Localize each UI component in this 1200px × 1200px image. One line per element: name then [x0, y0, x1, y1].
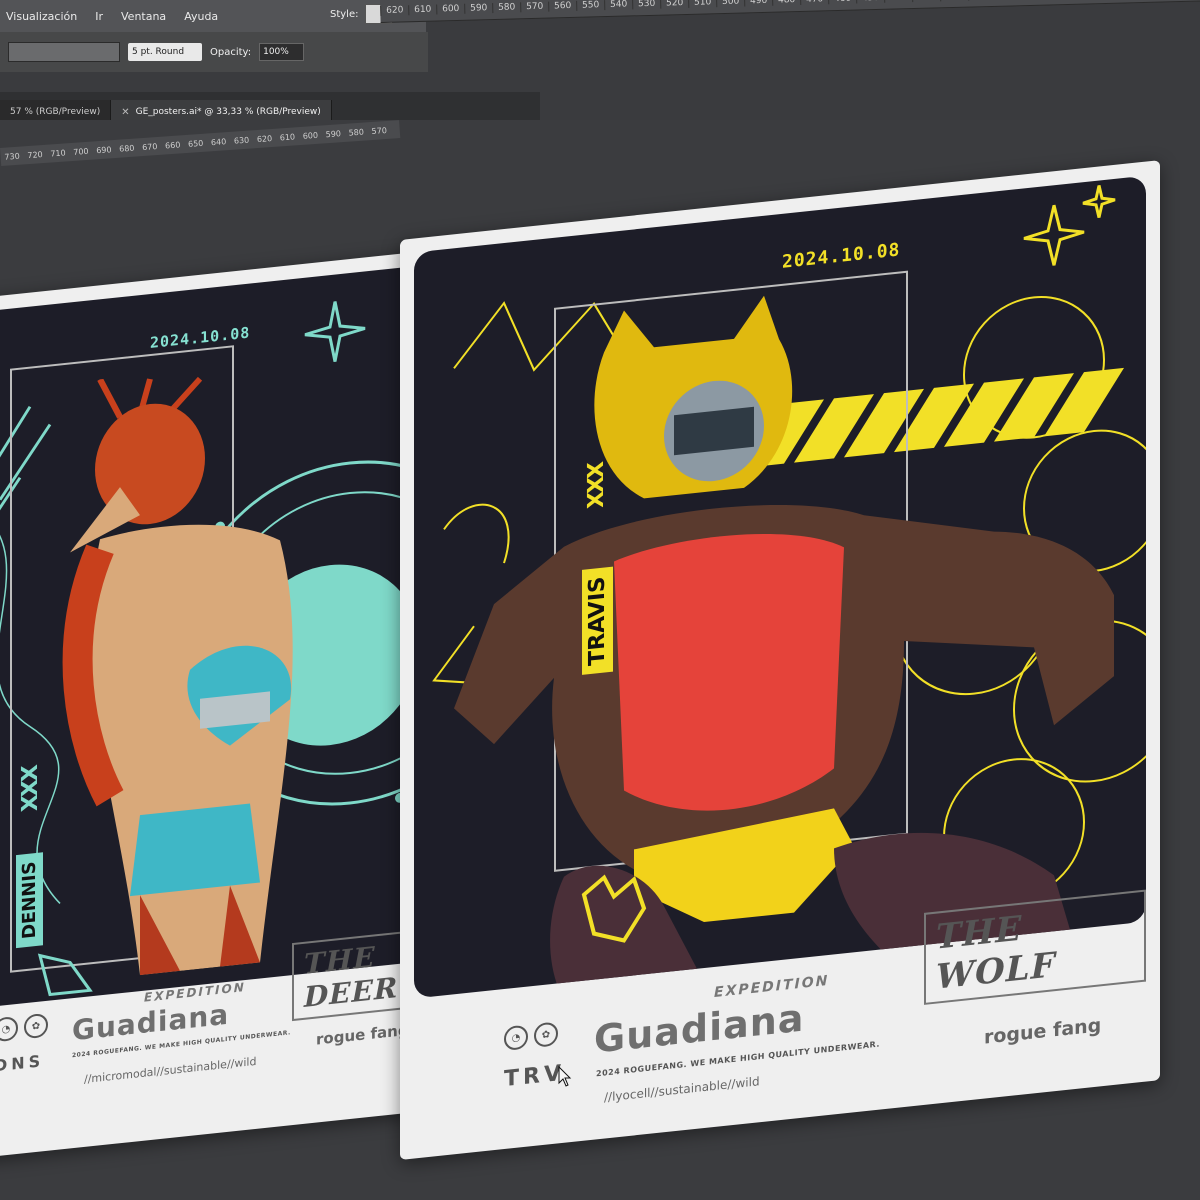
sparkle-icon [1023, 185, 1116, 266]
opacity-input[interactable]: 100% [259, 43, 305, 61]
ruler-tick-label: 530 [632, 0, 661, 10]
wolf-footer-icons: ◔ ✿ [504, 1021, 558, 1052]
ruler-tick-label: 430 [911, 0, 941, 3]
ruler-tick-label: 690 [95, 144, 112, 155]
wolf-character-illustration [454, 295, 1114, 999]
ruler-tick-label: 650 [187, 138, 204, 149]
ruler-tick-label: 440 [883, 0, 913, 3]
menu-ir[interactable]: Ir [95, 10, 103, 23]
menu-visualizacion[interactable]: Visualización [6, 10, 77, 23]
ruler-tick-label: 410 [967, 0, 997, 1]
ruler-tick-label: 420 [939, 0, 969, 2]
ruler-tick-label: 520 [660, 0, 689, 9]
artboard-canvas[interactable]: 730 720 710 700 690 680 670 660 650 640 630 620 610 6… [0, 120, 1200, 1200]
fang-icon: ◔ [504, 1024, 528, 1052]
deer-footer-icons: ◔ ✿ [0, 1012, 48, 1043]
poster-wolf-material: //lyocell//sustainable//wild [604, 1074, 760, 1105]
ruler-tick-label: 600 [436, 3, 465, 15]
poster-wolf-maker: rogue fang [984, 1014, 1102, 1049]
horizontal-ruler[interactable]: 620 610 600 590 580 570 560 550 540 530 520 510 500 4… [380, 0, 1200, 23]
ruler-tick-label: 470 [800, 0, 829, 6]
poster-wolf-code: TRV [504, 1060, 565, 1093]
poster-wolf[interactable]: 2024.10.08 XXX TRAVIS ◔ ✿ TRV EXPEDITION… [400, 160, 1160, 1160]
ruler-tick-label: 550 [576, 0, 605, 11]
poster-wolf-expedition: EXPEDITION [714, 972, 830, 1001]
ruler-tick-label: 700 [72, 146, 89, 157]
poster-wolf-xxx-mark: XXX [583, 462, 609, 510]
control-bar: 5 pt. Round Opacity: 100% [0, 32, 428, 72]
ruler-tick-label: 570 [371, 125, 388, 136]
ruler-tick-label: 710 [50, 147, 66, 158]
style-label: Style: [330, 8, 359, 20]
ruler-tick-label: 580 [348, 127, 365, 138]
ruler-tick-label: 480 [772, 0, 801, 6]
poster-deer-code: DNS [0, 1051, 45, 1076]
poster-deer-xxx-mark: XXX [17, 765, 43, 813]
ruler-tick-label: 620 [256, 133, 273, 144]
paw-icon: ✿ [24, 1012, 48, 1040]
menu-ventana[interactable]: Ventana [121, 10, 166, 23]
deer-character-illustration [62, 376, 293, 976]
close-icon[interactable]: ✕ [121, 107, 129, 118]
opacity-label: Opacity: [210, 46, 252, 58]
ruler-tick-label: 640 [210, 136, 227, 147]
ruler-tick-label: 600 [302, 130, 319, 141]
ruler-tick-label: 730 [4, 151, 21, 162]
poster-deer-material: //micromodal//sustainable//wild [84, 1054, 257, 1086]
menu-ayuda[interactable]: Ayuda [184, 10, 218, 23]
ruler-tick-label: 630 [233, 135, 250, 146]
secondary-ruler[interactable]: 730 720 710 700 690 680 670 660 650 640 630 620 610 6… [0, 120, 401, 166]
stroke-profile-select[interactable]: 5 pt. Round [128, 43, 202, 61]
ruler-tick-label: 610 [408, 4, 437, 16]
ruler-tick-label: 580 [492, 2, 521, 14]
ruler-tick-label: 560 [548, 0, 577, 12]
ruler-tick-label: 610 [279, 131, 296, 142]
ruler-tick-label: 460 [828, 0, 857, 5]
ruler-tick-label: 590 [325, 128, 342, 139]
poster-deer-name-tag: DENNIS [16, 852, 43, 949]
paw-icon: ✿ [534, 1021, 558, 1048]
ruler-tick-label: 660 [164, 139, 181, 150]
poster-deer-artwork-panel: 2024.10.08 XXX DENNIS [0, 265, 424, 1009]
ruler-tick-label: 450 [855, 0, 885, 4]
ruler-tick-label: 510 [688, 0, 717, 8]
poster-wolf-name-tag: TRAVIS [582, 567, 613, 675]
pointer-cursor-icon [558, 1066, 572, 1087]
ruler-tick-label: 590 [464, 3, 493, 14]
ruler-tick-label: 570 [520, 1, 549, 13]
poster-wolf-artwork-panel: 2024.10.08 XXX TRAVIS [414, 175, 1146, 999]
ruler-tick-label: 670 [141, 141, 158, 152]
tab-label: 57 % (RGB/Preview) [10, 107, 101, 117]
sparkle-icon [304, 301, 366, 363]
poster-deer-maker: rogue fang [316, 1020, 409, 1049]
ruler-tick-label: 490 [744, 0, 773, 7]
ruler-tick-label: 680 [118, 143, 135, 154]
tab-label: GE_posters.ai* @ 33,33 % (RGB/Preview) [135, 107, 321, 117]
poster-deer[interactable]: 2024.10.08 XXX DENNIS ◔ ✿ DNS EXPEDITION… [0, 248, 450, 1161]
ruler-tick-label: 540 [604, 0, 633, 11]
ruler-tick-label: 720 [27, 149, 43, 160]
ruler-tick-label: 500 [716, 0, 745, 8]
fang-icon: ◔ [0, 1015, 18, 1043]
stroke-weight-field[interactable] [8, 42, 120, 62]
ruler-tick-label: 620 [380, 5, 409, 16]
wolf-logo-icon [581, 874, 647, 943]
